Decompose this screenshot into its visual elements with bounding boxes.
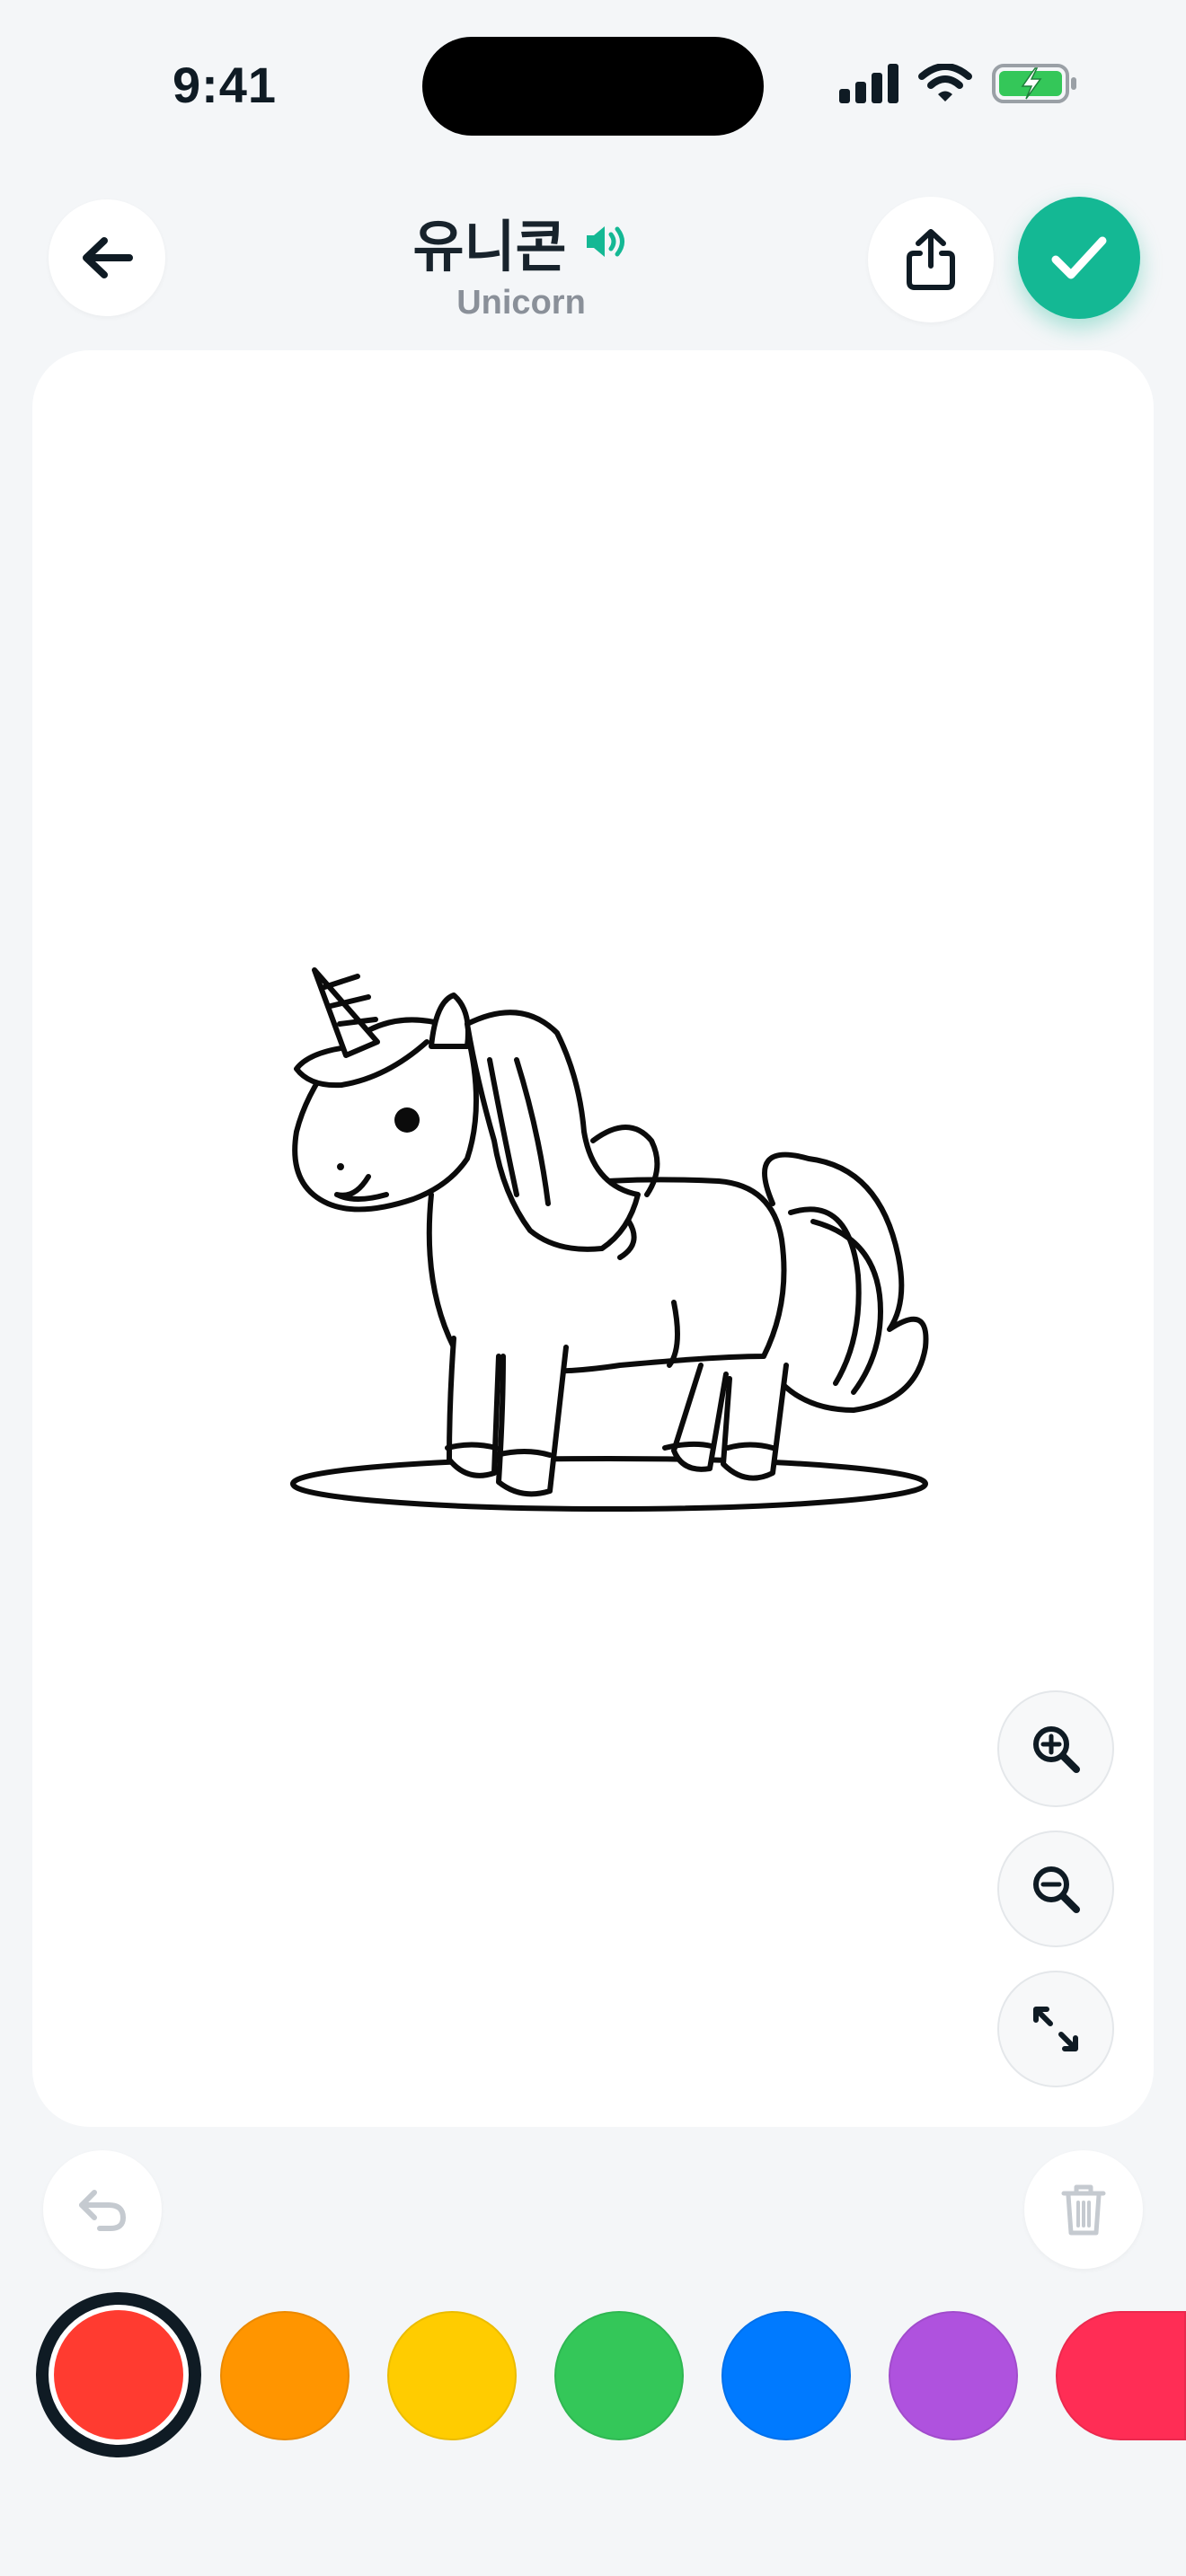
coloring-canvas[interactable] <box>32 350 1154 2127</box>
zoom-in-icon <box>1033 1726 1080 1773</box>
trash-icon <box>1061 2184 1106 2236</box>
share-icon <box>907 229 955 290</box>
dynamic-island <box>422 37 764 136</box>
share-button[interactable] <box>868 197 994 322</box>
zoom-in-button[interactable] <box>997 1690 1114 1807</box>
fit-screen-button[interactable] <box>997 1971 1114 2087</box>
color-swatch-blue[interactable] <box>721 2311 851 2440</box>
color-swatch-green[interactable] <box>554 2311 684 2440</box>
battery-charging-icon <box>992 64 1076 103</box>
status-time: 9:41 <box>172 57 278 113</box>
color-swatch-orange[interactable] <box>220 2311 350 2440</box>
fit-screen-icon <box>1033 2007 1078 2051</box>
undo-button[interactable] <box>43 2150 162 2269</box>
color-swatch-pink[interactable] <box>1056 2311 1186 2440</box>
page-subtitle: Unicorn <box>456 284 586 322</box>
title-group: 유니콘 Unicorn <box>341 201 701 322</box>
speaker-icon[interactable] <box>585 224 630 260</box>
page-title: 유니콘 <box>412 216 567 278</box>
wifi-icon <box>918 64 972 101</box>
done-button[interactable] <box>1018 197 1140 319</box>
zoom-out-button[interactable] <box>997 1831 1114 1947</box>
color-swatch-yellow[interactable] <box>387 2311 517 2440</box>
checkmark-icon <box>1051 236 1107 279</box>
color-swatch-purple[interactable] <box>889 2311 1018 2440</box>
back-button[interactable] <box>49 199 165 316</box>
arrow-left-icon <box>83 237 133 278</box>
color-swatch-red[interactable] <box>54 2310 183 2439</box>
undo-icon <box>79 2190 127 2231</box>
unicorn-drawing[interactable] <box>32 350 1154 2127</box>
zoom-out-icon <box>1033 1866 1080 1913</box>
status-icons <box>839 63 1078 104</box>
delete-button[interactable] <box>1024 2150 1143 2269</box>
cellular-signal-icon <box>839 64 898 103</box>
